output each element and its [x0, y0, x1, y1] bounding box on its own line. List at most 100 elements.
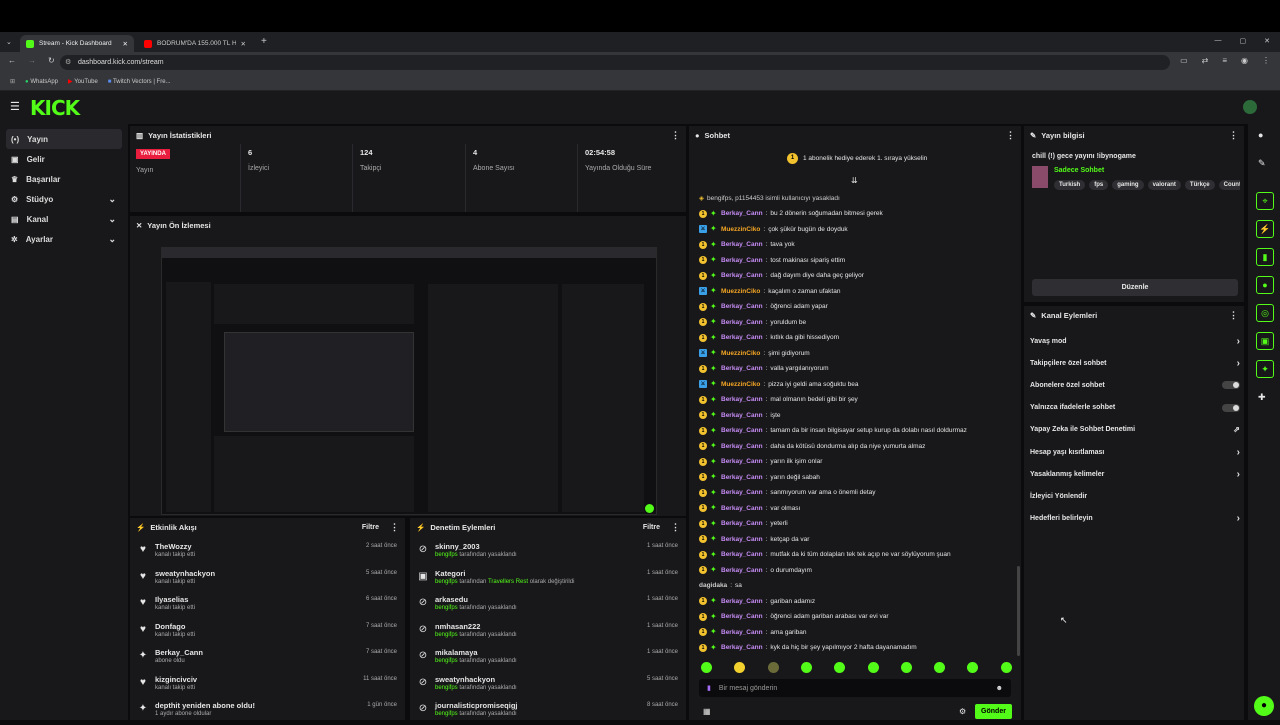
chat-username[interactable]: Berkay_Cann	[721, 210, 763, 217]
chat-message[interactable]: 1 ✦ Berkay_Cann: yarın ilk işim onlar	[699, 454, 822, 469]
moderation-row[interactable]: ⊘ skinny_2003 bengifps tarafından yasaklan…	[410, 540, 686, 566]
sidebar-item-ayarlar[interactable]: ✲ Ayarlar ⌄	[6, 229, 122, 249]
chat-username[interactable]: dagidaka	[699, 582, 727, 589]
profile-icon[interactable]: ◉	[1241, 56, 1248, 66]
chat-username[interactable]: Berkay_Cann	[721, 443, 763, 450]
chat-username[interactable]: Berkay_Cann	[721, 458, 763, 465]
chat-message[interactable]: 1 ✦ Berkay_Cann: bu 2 dönerin soğumadan bit…	[699, 206, 883, 221]
chat-username[interactable]: MuezzinCiko	[721, 288, 760, 295]
chat-username[interactable]: Berkay_Cann	[721, 598, 763, 605]
more-options-icon[interactable]: ⋮	[1229, 310, 1238, 321]
channel-action-row[interactable]: Hedefleri belirleyin ›	[1030, 509, 1240, 529]
emoji-icon[interactable]: ☻	[996, 685, 1003, 692]
chat-message[interactable]: 1 ✦ Berkay_Cann: öğrenci adam gariban araba…	[699, 609, 889, 624]
chat-message[interactable]: ⚔ ✦ MuezzinCiko: pizza iyi geldi ama soğukt…	[699, 377, 859, 392]
close-window-icon[interactable]: ✕	[1264, 37, 1270, 45]
stream-tag[interactable]: valorant	[1147, 180, 1181, 190]
activity-row[interactable]: ♥ sweatynhackyon kanalı takip etti 5 saat ö…	[130, 567, 405, 593]
chat-message[interactable]: 1 ✦ Berkay_Cann: gariban adamız	[699, 594, 815, 609]
chat-username[interactable]: Berkay_Cann	[721, 334, 763, 341]
hamburger-menu-icon[interactable]: ☰	[10, 100, 20, 113]
stream-tag[interactable]: Turkish	[1054, 180, 1086, 190]
chat-username[interactable]: Berkay_Cann	[721, 520, 763, 527]
chat-message[interactable]: 1 ✦ Berkay_Cann: tava yok	[699, 237, 795, 252]
channel-action-row[interactable]: Takipçilere özel sohbet ›	[1030, 353, 1240, 373]
activity-row[interactable]: ✦ depthit yeniden abone oldu! 1 aydır abon…	[130, 699, 405, 725]
chat-username[interactable]: Berkay_Cann	[721, 319, 763, 326]
mic-icon[interactable]: ▮	[707, 684, 711, 692]
channel-action-row[interactable]: Abonelere özel sohbet	[1030, 375, 1240, 395]
chat-message[interactable]: 1 ✦ Berkay_Cann: öğrenci adam yapar	[699, 299, 828, 314]
emote-icon[interactable]	[734, 662, 746, 673]
quick-action-target-icon[interactable]: ⌖	[1256, 192, 1274, 210]
chat-message[interactable]: 1 ✦ Berkay_Cann: daha da kötüsü dondurma al…	[699, 439, 925, 454]
more-options-icon[interactable]: ⋮	[671, 130, 680, 141]
toggle-switch[interactable]	[1222, 403, 1240, 412]
quick-action-bolt-icon[interactable]: ⚡	[1256, 220, 1274, 238]
info-icon[interactable]: ●	[1258, 130, 1263, 140]
bookmark-youtube[interactable]: ▶ YouTube	[68, 78, 98, 85]
chat-username[interactable]: MuezzinCiko	[721, 226, 760, 233]
translate-icon[interactable]: ⇄	[1202, 56, 1209, 66]
moderation-row[interactable]: ⊘ arkasedu bengifps tarafından yasaklandı 1…	[410, 593, 686, 619]
chat-message[interactable]: 1 ✦ Berkay_Cann: yeterli	[699, 516, 788, 531]
chat-scrollbar[interactable]	[1017, 566, 1020, 656]
pinned-gift-banner[interactable]: 1 1 abonelik hediye ederek 1. sıraya yük…	[787, 153, 927, 164]
more-options-icon[interactable]: ⋮	[671, 522, 680, 533]
chat-username[interactable]: Berkay_Cann	[721, 551, 763, 558]
chat-message[interactable]: 1 ✦ Berkay_Cann: ama gariban	[699, 625, 807, 640]
apps-grid-icon[interactable]: ⊞	[10, 78, 15, 85]
chat-message[interactable]: 1 ✦ Berkay_Cann: kyk da hiç bir şey yapılmı…	[699, 640, 917, 655]
chat-username[interactable]: Berkay_Cann	[721, 613, 763, 620]
channel-action-row[interactable]: Yasaklanmış kelimeler ›	[1030, 464, 1240, 484]
chat-message[interactable]: ⚔ ✦ MuezzinCiko: kaçalım o zaman ufaktan	[699, 284, 840, 299]
channel-action-row[interactable]: Yavaş mod ›	[1030, 331, 1240, 351]
address-field[interactable]: ⚙ dashboard.kick.com/stream	[60, 55, 1170, 70]
chat-username[interactable]: Berkay_Cann	[721, 303, 763, 310]
sidebar-item-yayin[interactable]: (•) Yayın	[6, 129, 122, 149]
pencil-icon[interactable]: ✎	[1258, 158, 1266, 169]
chat-settings-icon[interactable]: ⚙	[959, 707, 966, 716]
quick-action-broadcast-icon[interactable]: ◎	[1256, 304, 1274, 322]
emote-icon[interactable]	[701, 662, 712, 673]
stream-preview-video[interactable]	[161, 247, 657, 515]
emote-icon[interactable]	[900, 662, 912, 673]
chat-calendar-icon[interactable]: ▦	[703, 707, 711, 716]
sidebar-item-studyo[interactable]: ⚙ Stüdyo ⌄	[6, 189, 122, 209]
media-icon[interactable]: ≡	[1222, 56, 1227, 66]
bookmark-whatsapp[interactable]: ● WhatsApp	[25, 79, 58, 85]
tab-youtube-video[interactable]: BODRUM'DA 155.000 TL HESA... ✕	[138, 35, 252, 52]
quick-action-chat-icon[interactable]: ●	[1256, 276, 1274, 294]
moderation-row[interactable]: ⊘ nmhasan222 bengifps tarafından yasakland…	[410, 620, 686, 646]
channel-action-row[interactable]: Yalnızca ifadelerle sohbet	[1030, 398, 1240, 418]
site-info-icon[interactable]: ⚙	[65, 58, 71, 66]
chat-username[interactable]: Berkay_Cann	[721, 427, 763, 434]
chat-message[interactable]: 1 ✦ Berkay_Cann: tamam da bir insan bilgisa…	[699, 423, 967, 438]
activity-row[interactable]: ♥ Donfago kanalı takip etti 7 saat önce	[130, 620, 405, 646]
quick-action-trash-icon[interactable]: ▮	[1256, 248, 1274, 266]
chat-username[interactable]: Berkay_Cann	[721, 505, 763, 512]
stream-tag[interactable]: Türkçe	[1184, 180, 1215, 190]
chat-username[interactable]: Berkay_Cann	[721, 365, 763, 372]
chat-username[interactable]: MuezzinCiko	[721, 350, 760, 357]
chat-message[interactable]: 1 ✦ Berkay_Cann: mal olmanın bedeli gibi bi…	[699, 392, 858, 407]
activity-row[interactable]: ♥ TheWozzy kanalı takip etti 2 saat önce	[130, 540, 405, 566]
activity-row[interactable]: ♥ kizgincivciv kanalı takip etti 11 saat ön…	[130, 673, 405, 699]
tab-list-icon[interactable]: ⌄	[6, 38, 12, 46]
bookmark-twitch-vectors[interactable]: ■ Twitch Vectors | Fre...	[108, 79, 171, 85]
chat-username[interactable]: Berkay_Cann	[721, 474, 763, 481]
moderation-row[interactable]: ⊘ mikalamaya bengifps tarafından yasakland…	[410, 646, 686, 672]
menu-dots-icon[interactable]: ⋮	[1262, 56, 1270, 66]
channel-action-row[interactable]: Hesap yaşı kısıtlaması ›	[1030, 442, 1240, 462]
more-options-icon[interactable]: ⋮	[1229, 130, 1238, 141]
chat-message[interactable]: 1 ✦ Berkay_Cann: sanmıyorum var ama o öneml…	[699, 485, 876, 500]
chat-message[interactable]: 1 ✦ Berkay_Cann: var olması	[699, 501, 800, 516]
moderation-row[interactable]: ⊘ journalisticpromiseqigj bengifps tarafın…	[410, 699, 686, 725]
sidebar-item-kanal[interactable]: ▤ Kanal ⌄	[6, 209, 122, 229]
emote-icon[interactable]	[867, 662, 879, 673]
new-tab-icon[interactable]: +	[261, 36, 267, 47]
activity-row[interactable]: ✦ Berkay_Cann abone oldu 7 saat önce	[130, 646, 405, 672]
chat-message[interactable]: 1 ✦ Berkay_Cann: yoruldum be	[699, 315, 806, 330]
chat-username[interactable]: MuezzinCiko	[721, 381, 760, 388]
close-tab-icon[interactable]: ✕	[123, 40, 128, 48]
